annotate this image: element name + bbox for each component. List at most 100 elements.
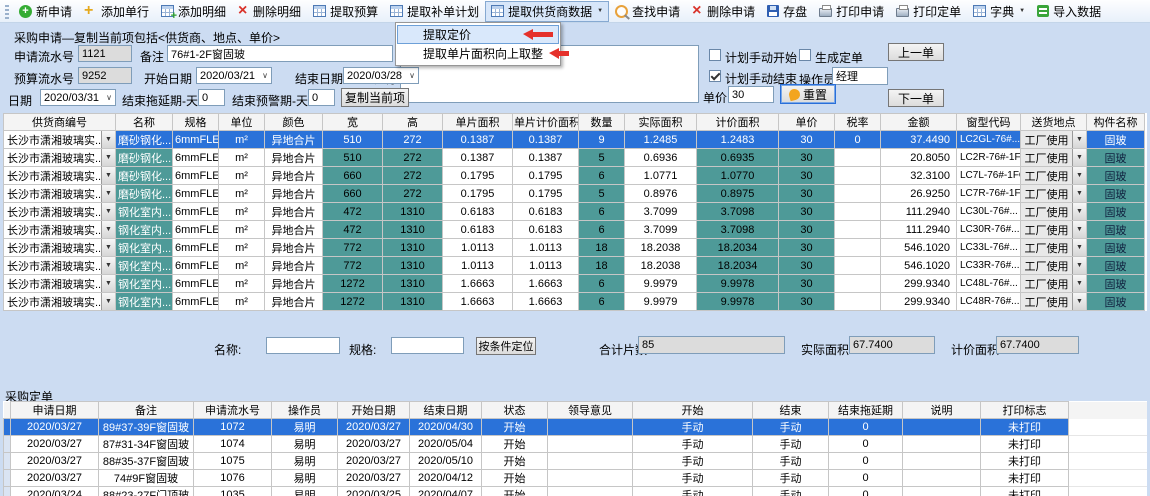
- toolbar-button[interactable]: 新申请 ▼: [13, 1, 78, 22]
- dropdown-icon[interactable]: ▼: [101, 185, 115, 202]
- row-selector[interactable]: [4, 419, 11, 436]
- unit-price-cell[interactable]: 30: [779, 185, 835, 203]
- detail-row[interactable]: 长沙市潇湘玻璃实...▼ 钢化室内... 6mmFLE... m² 异地合片 7…: [4, 257, 1145, 275]
- part-name-cell[interactable]: 固玻: [1087, 257, 1145, 275]
- unit-price-cell[interactable]: 30: [779, 239, 835, 257]
- serial-cell[interactable]: 1074: [194, 436, 272, 453]
- next-order-button[interactable]: 下一单: [888, 89, 944, 107]
- window-code-cell[interactable]: LC48R-76#...: [957, 293, 1021, 311]
- toolbar-button[interactable]: 导入数据 ▼: [1031, 1, 1107, 22]
- tax-cell[interactable]: [835, 167, 881, 185]
- end-date-cell[interactable]: 2020/04/30: [410, 419, 482, 436]
- locate-button[interactable]: 按条件定位: [476, 337, 536, 355]
- leader-opinion-cell[interactable]: [548, 436, 633, 453]
- status-cell[interactable]: 开始: [482, 470, 548, 487]
- unit-cell[interactable]: m²: [219, 167, 265, 185]
- piece-priced-area-cell[interactable]: 1.0113: [513, 239, 579, 257]
- tax-cell[interactable]: [835, 149, 881, 167]
- height-cell[interactable]: 1310: [383, 203, 443, 221]
- dropdown-icon[interactable]: ▼: [1072, 257, 1086, 274]
- start-cell[interactable]: 手动: [633, 419, 753, 436]
- status-cell[interactable]: 开始: [482, 419, 548, 436]
- piece-priced-area-cell[interactable]: 0.1795: [513, 167, 579, 185]
- leader-opinion-cell[interactable]: [548, 419, 633, 436]
- dropdown-icon[interactable]: ▼: [1072, 275, 1086, 292]
- part-name-cell[interactable]: 固玻: [1087, 221, 1145, 239]
- delay-field[interactable]: [198, 89, 225, 106]
- tax-cell[interactable]: [835, 185, 881, 203]
- actual-area-cell[interactable]: 1.2485: [625, 131, 697, 149]
- start-date-cell[interactable]: 2020/03/25: [338, 487, 410, 496]
- height-cell[interactable]: 272: [383, 131, 443, 149]
- start-date-cell[interactable]: 2020/03/27: [338, 453, 410, 470]
- name-cell[interactable]: 钢化室内...: [116, 275, 173, 293]
- dropdown-icon[interactable]: ▼: [101, 131, 115, 148]
- height-cell[interactable]: 1310: [383, 239, 443, 257]
- supplier-cell[interactable]: 长沙市潇湘玻璃实...▼: [4, 131, 116, 149]
- dropdown-icon[interactable]: ▼: [1072, 167, 1086, 184]
- dropdown-icon[interactable]: ▼: [1072, 149, 1086, 166]
- toolbar-button[interactable]: 删除申请 ▼: [686, 1, 761, 22]
- tax-cell[interactable]: [835, 275, 881, 293]
- dropdown-icon[interactable]: ▼: [101, 293, 115, 310]
- row-selector[interactable]: [4, 487, 11, 496]
- toolbar-button[interactable]: 字典 ▼: [967, 1, 1031, 22]
- actual-area-cell[interactable]: 3.7099: [625, 221, 697, 239]
- menu-item[interactable]: 提取定价: [397, 25, 559, 44]
- window-code-cell[interactable]: LC33R-76#...: [957, 257, 1021, 275]
- spec-cell[interactable]: 6mmFLE...: [173, 185, 219, 203]
- delivery-cell[interactable]: 工厂使用▼: [1021, 293, 1087, 311]
- supplier-cell[interactable]: 长沙市潇湘玻璃实...▼: [4, 167, 116, 185]
- delivery-cell[interactable]: 工厂使用▼: [1021, 167, 1087, 185]
- prev-order-button[interactable]: 上一单: [888, 43, 944, 61]
- spec-cell[interactable]: 6mmFLE...: [173, 221, 219, 239]
- menu-item[interactable]: 提取单片面积向上取整: [397, 44, 559, 63]
- piece-area-cell[interactable]: 1.6663: [443, 275, 513, 293]
- end-delay-cell[interactable]: 0: [829, 419, 903, 436]
- desc-cell[interactable]: [903, 470, 981, 487]
- amount-cell[interactable]: 37.4490: [881, 131, 957, 149]
- piece-priced-area-cell[interactable]: 1.0113: [513, 257, 579, 275]
- gen-order-checkbox[interactable]: [799, 49, 811, 61]
- actual-area-cell[interactable]: 3.7099: [625, 203, 697, 221]
- toolbar-button[interactable]: 删除明细 ▼: [232, 1, 307, 22]
- row-selector[interactable]: [4, 436, 11, 453]
- print-flag-cell[interactable]: 未打印: [981, 436, 1069, 453]
- piece-area-cell[interactable]: 1.0113: [443, 239, 513, 257]
- unit-cell[interactable]: m²: [219, 257, 265, 275]
- width-cell[interactable]: 510: [323, 149, 383, 167]
- total-pieces-field[interactable]: [638, 336, 785, 354]
- priced-area-cell[interactable]: 1.2483: [697, 131, 779, 149]
- window-code-cell[interactable]: LC30R-76#...: [957, 221, 1021, 239]
- toolbar-button[interactable]: 添加明细 ▼: [155, 1, 232, 22]
- unit-price-cell[interactable]: 30: [779, 149, 835, 167]
- unit-price-cell[interactable]: 30: [779, 131, 835, 149]
- part-name-cell[interactable]: 固玻: [1087, 185, 1145, 203]
- operator-cell[interactable]: 易明: [272, 453, 338, 470]
- operator-cell[interactable]: 易明: [272, 436, 338, 453]
- window-code-cell[interactable]: LC7L-76#-1FO: [957, 167, 1021, 185]
- supplier-cell[interactable]: 长沙市潇湘玻璃实...▼: [4, 185, 116, 203]
- unit-price-cell[interactable]: 30: [779, 221, 835, 239]
- height-cell[interactable]: 272: [383, 149, 443, 167]
- unit-cell[interactable]: m²: [219, 149, 265, 167]
- width-cell[interactable]: 772: [323, 257, 383, 275]
- part-name-cell[interactable]: 固玻: [1087, 149, 1145, 167]
- height-cell[interactable]: 1310: [383, 221, 443, 239]
- end-cell[interactable]: 手动: [753, 436, 829, 453]
- piece-priced-area-cell[interactable]: 0.1387: [513, 149, 579, 167]
- actual-area-cell[interactable]: 0.6936: [625, 149, 697, 167]
- name-cell[interactable]: 钢化室内...: [116, 239, 173, 257]
- width-cell[interactable]: 1272: [323, 293, 383, 311]
- note-field[interactable]: [167, 45, 393, 62]
- piece-area-cell[interactable]: 0.1387: [443, 149, 513, 167]
- print-flag-cell[interactable]: 未打印: [981, 487, 1069, 496]
- serial-field[interactable]: [78, 45, 132, 62]
- tax-cell[interactable]: [835, 257, 881, 275]
- delivery-cell[interactable]: 工厂使用▼: [1021, 257, 1087, 275]
- spec-cell[interactable]: 6mmFLE...: [173, 293, 219, 311]
- status-cell[interactable]: 开始: [482, 453, 548, 470]
- priced-area-field[interactable]: [996, 336, 1079, 354]
- window-code-cell[interactable]: LC2GL-76#...: [957, 131, 1021, 149]
- unit-cell[interactable]: m²: [219, 221, 265, 239]
